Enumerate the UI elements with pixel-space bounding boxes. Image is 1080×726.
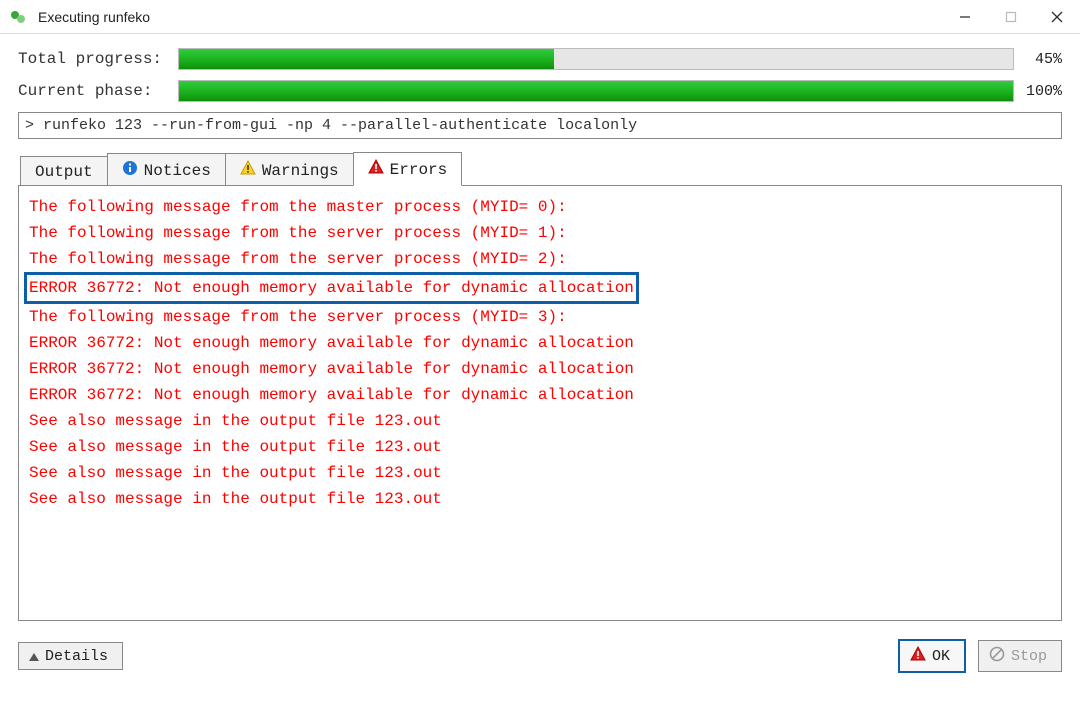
tab-warnings-label: Warnings (262, 162, 339, 180)
window-title: Executing runfeko (38, 9, 942, 25)
tab-notices[interactable]: Notices (107, 153, 226, 186)
total-progress-percent: 45% (1014, 51, 1062, 68)
tab-errors-label: Errors (390, 161, 448, 179)
error-line: See also message in the output file 123.… (29, 460, 1051, 486)
close-button[interactable] (1034, 0, 1080, 33)
error-line: ERROR 36772: Not enough memory available… (29, 330, 1051, 356)
details-button-label: Details (45, 648, 108, 665)
phase-progress-fill (179, 81, 1013, 101)
tab-errors[interactable]: Errors (353, 152, 463, 186)
triangle-up-icon (29, 653, 39, 661)
window-controls (942, 0, 1080, 33)
error-line: ERROR 36772: Not enough memory available… (29, 272, 1051, 304)
error-line: See also message in the output file 123.… (29, 408, 1051, 434)
total-progress-bar (178, 48, 1014, 70)
maximize-button (988, 0, 1034, 33)
ok-button-label: OK (932, 648, 950, 665)
error-line: ERROR 36772: Not enough memory available… (29, 382, 1051, 408)
phase-progress-percent: 100% (1014, 83, 1062, 100)
app-icon (8, 7, 28, 27)
phase-progress-bar (178, 80, 1014, 102)
error-line: See also message in the output file 123.… (29, 434, 1051, 460)
tab-warnings[interactable]: Warnings (225, 153, 354, 186)
minimize-button[interactable] (942, 0, 988, 33)
phase-progress-row: Current phase: 100% (18, 80, 1062, 102)
highlighted-error: ERROR 36772: Not enough memory available… (24, 272, 639, 304)
total-progress-row: Total progress: 45% (18, 48, 1062, 70)
tab-output-label: Output (35, 163, 93, 181)
titlebar: Executing runfeko (0, 0, 1080, 34)
error-line: ERROR 36772: Not enough memory available… (29, 356, 1051, 382)
stop-icon (989, 646, 1005, 667)
error-line: The following message from the server pr… (29, 220, 1051, 246)
errors-pane[interactable]: The following message from the master pr… (18, 185, 1062, 621)
tabs-row: Output Notices Warnings Errors (20, 151, 1062, 185)
tab-notices-label: Notices (144, 162, 211, 180)
content-area: Total progress: 45% Current phase: 100% … (0, 34, 1080, 631)
warning-icon (240, 160, 256, 181)
footer: Details OK Stop (0, 631, 1080, 673)
error-line: The following message from the master pr… (29, 194, 1051, 220)
error-line: The following message from the server pr… (29, 304, 1051, 330)
error-line: The following message from the server pr… (29, 246, 1051, 272)
phase-progress-label: Current phase: (18, 82, 178, 100)
total-progress-fill (179, 49, 554, 69)
error-icon (910, 646, 926, 667)
details-button[interactable]: Details (18, 642, 123, 670)
command-line: > runfeko 123 --run-from-gui -np 4 --par… (18, 112, 1062, 139)
tab-output[interactable]: Output (20, 156, 108, 186)
info-icon (122, 160, 138, 181)
total-progress-label: Total progress: (18, 50, 178, 68)
stop-button-label: Stop (1011, 648, 1047, 665)
stop-button: Stop (978, 640, 1062, 672)
error-line: See also message in the output file 123.… (29, 486, 1051, 512)
error-icon (368, 159, 384, 180)
ok-button[interactable]: OK (898, 639, 966, 673)
